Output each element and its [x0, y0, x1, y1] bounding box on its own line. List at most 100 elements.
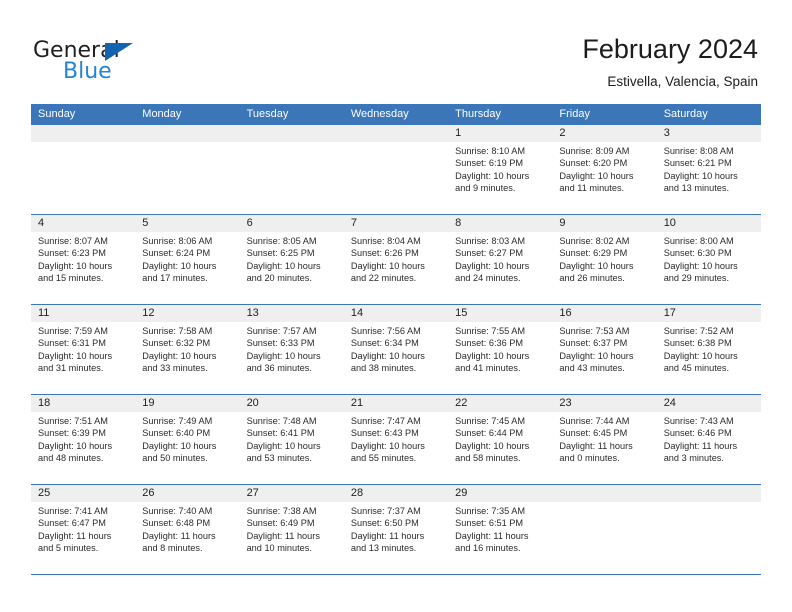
daylight-line-1: Daylight: 10 hours — [559, 170, 634, 181]
day-details: Sunrise: 7:57 AM Sunset: 6:33 PM Daylight:… — [240, 322, 344, 375]
day-details: Sunrise: 8:02 AM Sunset: 6:29 PM Daylight:… — [552, 232, 656, 285]
sunset-time: Sunset: 6:34 PM — [350, 338, 419, 349]
day-details: Sunrise: 8:09 AM Sunset: 6:20 PM Daylight:… — [552, 142, 656, 195]
daylight-line-1: Daylight: 10 hours — [38, 260, 113, 271]
daylight-line-1: Daylight: 10 hours — [455, 350, 530, 361]
day-number — [31, 125, 136, 142]
day-cell-6[interactable]: 6 Sunrise: 8:05 AM Sunset: 6:25 PM Daylight… — [239, 215, 344, 304]
day-cell-20[interactable]: 20 Sunrise: 7:48 AM Sunset: 6:41 PM Dayligh… — [239, 395, 344, 484]
day-number: 13 — [239, 305, 344, 322]
day-number: 23 — [552, 395, 657, 412]
weekday-header-monday: Monday — [142, 108, 182, 120]
day-details: Sunrise: 7:53 AM Sunset: 6:37 PM Daylight:… — [552, 322, 656, 375]
day-cell-28[interactable]: 28 Sunrise: 7:37 AM Sunset: 6:50 PM Dayligh… — [343, 485, 449, 574]
day-cell-5[interactable]: 5 Sunrise: 8:06 AM Sunset: 6:24 PM Daylight… — [135, 215, 240, 304]
day-cell-9[interactable]: 9 Sunrise: 8:02 AM Sunset: 6:29 PM Daylight… — [552, 215, 657, 304]
day-details: Sunrise: 8:08 AM Sunset: 6:21 PM Daylight:… — [657, 142, 761, 195]
day-cell-25[interactable]: 25 Sunrise: 7:41 AM Sunset: 6:47 PM Dayligh… — [31, 485, 136, 574]
day-cell-24[interactable]: 24 Sunrise: 7:43 AM Sunset: 6:46 PM Dayligh… — [656, 395, 761, 484]
weekday-header-sunday: Sunday — [38, 108, 76, 120]
day-cell-1[interactable]: 1 Sunrise: 8:10 AM Sunset: 6:19 PM Daylight… — [448, 125, 553, 214]
day-details: Sunrise: 7:49 AM Sunset: 6:40 PM Daylight:… — [135, 412, 239, 465]
daylight-line-1: Daylight: 10 hours — [559, 350, 634, 361]
day-number: 15 — [448, 305, 553, 322]
day-number: 2 — [552, 125, 657, 142]
day-cell-29[interactable]: 29 Sunrise: 7:35 AM Sunset: 6:51 PM Dayligh… — [448, 485, 553, 574]
day-cell-4[interactable]: 4 Sunrise: 8:07 AM Sunset: 6:23 PM Daylight… — [31, 215, 136, 304]
day-cell-27[interactable]: 27 Sunrise: 7:38 AM Sunset: 6:49 PM Dayligh… — [239, 485, 344, 574]
day-cell-12[interactable]: 12 Sunrise: 7:58 AM Sunset: 6:32 PM Dayligh… — [135, 305, 240, 394]
day-cell-23[interactable]: 23 Sunrise: 7:44 AM Sunset: 6:45 PM Dayligh… — [552, 395, 657, 484]
daylight-line-1: Daylight: 10 hours — [559, 260, 634, 271]
day-cell-17[interactable]: 17 Sunrise: 7:52 AM Sunset: 6:38 PM Dayligh… — [656, 305, 761, 394]
sunrise-time: Sunrise: 7:37 AM — [350, 506, 421, 516]
daylight-line-1: Daylight: 10 hours — [246, 440, 321, 451]
day-details: Sunrise: 7:55 AM Sunset: 6:36 PM Daylight:… — [448, 322, 552, 375]
day-cell-15[interactable]: 15 Sunrise: 7:55 AM Sunset: 6:36 PM Dayligh… — [448, 305, 553, 394]
daylight-line-2: and 13 minutes. — [663, 183, 730, 194]
day-number: 6 — [239, 215, 344, 232]
weekday-header-wednesday: Wednesday — [350, 108, 409, 120]
day-cell-11[interactable]: 11 Sunrise: 7:59 AM Sunset: 6:31 PM Dayligh… — [31, 305, 136, 394]
sunrise-time: Sunrise: 7:47 AM — [350, 416, 421, 426]
day-details: Sunrise: 8:06 AM Sunset: 6:24 PM Daylight:… — [135, 232, 239, 285]
sunrise-time: Sunrise: 7:40 AM — [142, 506, 213, 516]
page-title: February 2024 — [582, 34, 758, 64]
day-details: Sunrise: 7:58 AM Sunset: 6:32 PM Daylight:… — [135, 322, 239, 375]
daylight-line-1: Daylight: 11 hours — [350, 530, 425, 541]
title-block: February 2024 Estivella, Valencia, Spain — [582, 32, 758, 90]
day-cell-14[interactable]: 14 Sunrise: 7:56 AM Sunset: 6:34 PM Dayligh… — [343, 305, 449, 394]
calendar-weeks: 1 Sunrise: 8:10 AM Sunset: 6:19 PM Daylight… — [31, 125, 761, 575]
sunset-time: Sunset: 6:33 PM — [246, 338, 315, 349]
day-cell-7[interactable]: 7 Sunrise: 8:04 AM Sunset: 6:26 PM Daylight… — [343, 215, 449, 304]
sunrise-time: Sunrise: 8:10 AM — [455, 146, 526, 156]
day-number: 25 — [31, 485, 136, 502]
sunrise-time: Sunrise: 7:48 AM — [246, 416, 317, 426]
daylight-line-2: and 55 minutes. — [350, 453, 417, 464]
sunset-time: Sunset: 6:50 PM — [350, 518, 419, 529]
page-subtitle: Estivella, Valencia, Spain — [607, 74, 758, 89]
daylight-line-1: Daylight: 10 hours — [246, 350, 321, 361]
daylight-line-1: Daylight: 10 hours — [350, 440, 425, 451]
day-cell-22[interactable]: 22 Sunrise: 7:45 AM Sunset: 6:44 PM Dayligh… — [448, 395, 553, 484]
day-cell-21[interactable]: 21 Sunrise: 7:47 AM Sunset: 6:43 PM Dayligh… — [343, 395, 449, 484]
day-number: 7 — [343, 215, 449, 232]
day-details: Sunrise: 8:03 AM Sunset: 6:27 PM Daylight:… — [448, 232, 552, 285]
day-cell-16[interactable]: 16 Sunrise: 7:53 AM Sunset: 6:37 PM Dayligh… — [552, 305, 657, 394]
sunset-time: Sunset: 6:30 PM — [663, 248, 732, 259]
day-number: 12 — [135, 305, 240, 322]
daylight-line-1: Daylight: 10 hours — [142, 440, 217, 451]
sunset-time: Sunset: 6:44 PM — [455, 428, 524, 439]
day-number: 24 — [656, 395, 761, 412]
calendar-week-row: 4 Sunrise: 8:07 AM Sunset: 6:23 PM Daylight… — [31, 215, 761, 305]
daylight-line-2: and 50 minutes. — [142, 453, 208, 464]
day-number — [656, 485, 761, 502]
calendar-page: General Blue February 2024 Estivella, Va… — [0, 0, 792, 612]
sunset-time: Sunset: 6:36 PM — [455, 338, 524, 349]
day-details: Sunrise: 7:51 AM Sunset: 6:39 PM Daylight:… — [31, 412, 135, 465]
day-number: 4 — [31, 215, 136, 232]
general-blue-logo[interactable]: General Blue — [33, 38, 233, 88]
daylight-line-2: and 24 minutes. — [455, 273, 521, 284]
daylight-line-1: Daylight: 11 hours — [38, 530, 112, 541]
day-cell-26[interactable]: 26 Sunrise: 7:40 AM Sunset: 6:48 PM Dayligh… — [135, 485, 240, 574]
sunrise-time: Sunrise: 7:52 AM — [663, 326, 734, 336]
day-cell-3[interactable]: 3 Sunrise: 8:08 AM Sunset: 6:21 PM Daylight… — [656, 125, 761, 214]
day-number: 17 — [656, 305, 761, 322]
day-cell-2[interactable]: 2 Sunrise: 8:09 AM Sunset: 6:20 PM Daylight… — [552, 125, 657, 214]
day-cell-13[interactable]: 13 Sunrise: 7:57 AM Sunset: 6:33 PM Dayligh… — [239, 305, 344, 394]
sunset-time: Sunset: 6:38 PM — [663, 338, 732, 349]
day-cell-19[interactable]: 19 Sunrise: 7:49 AM Sunset: 6:40 PM Dayligh… — [135, 395, 240, 484]
weekday-header-row: Sunday Monday Tuesday Wednesday Thursday Frid… — [31, 104, 761, 125]
day-details: Sunrise: 8:05 AM Sunset: 6:25 PM Daylight:… — [240, 232, 344, 285]
sunset-time: Sunset: 6:26 PM — [350, 248, 419, 259]
daylight-line-2: and 16 minutes. — [455, 543, 521, 554]
day-details: Sunrise: 8:07 AM Sunset: 6:23 PM Daylight:… — [31, 232, 135, 285]
day-details: Sunrise: 7:56 AM Sunset: 6:34 PM Daylight:… — [344, 322, 448, 375]
day-cell-empty — [552, 485, 657, 574]
day-cell-8[interactable]: 8 Sunrise: 8:03 AM Sunset: 6:27 PM Daylight… — [448, 215, 553, 304]
day-cell-10[interactable]: 10 Sunrise: 8:00 AM Sunset: 6:30 PM Dayligh… — [656, 215, 761, 304]
calendar-week-row: 11 Sunrise: 7:59 AM Sunset: 6:31 PM Dayligh… — [31, 305, 761, 395]
day-cell-18[interactable]: 18 Sunrise: 7:51 AM Sunset: 6:39 PM Dayligh… — [31, 395, 136, 484]
day-number: 3 — [656, 125, 761, 142]
